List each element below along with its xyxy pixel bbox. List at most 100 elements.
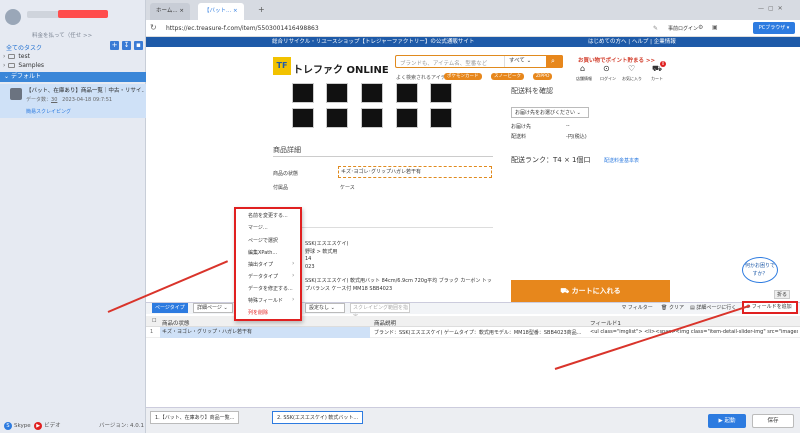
menu-rename[interactable]: 名前を変更する... <box>236 211 302 221</box>
model-fragment: 14 <box>305 256 312 262</box>
details-heading: 商品詳細 <box>273 146 301 154</box>
search-button[interactable]: ⌕ <box>546 55 563 68</box>
pc-browser-button[interactable]: PCブラウザ ▾ <box>753 22 795 34</box>
delivery-to-label: お届け先 <box>511 124 532 130</box>
cell-field1[interactable]: <ul class="imglist"> <li><span><img clas… <box>590 329 798 335</box>
import-icon[interactable]: ↧ <box>122 41 131 50</box>
chevron-right-icon: › <box>292 260 295 267</box>
scrape-range-button[interactable]: スクレイピング範囲を指定 <box>350 303 410 320</box>
menu-delete-column[interactable]: 列を削除 <box>236 308 302 318</box>
url-input[interactable]: https://ec.treasure-f.com/item/550300141… <box>166 25 319 32</box>
add-task-icon[interactable]: + <box>110 41 119 50</box>
nav-favorites[interactable]: お気に入り <box>622 76 642 82</box>
tree-item-test[interactable]: › test <box>3 53 30 60</box>
nav-login[interactable]: ログイン <box>600 76 616 82</box>
folder-icon <box>8 54 16 59</box>
page-type-button[interactable]: ページタイプ <box>152 303 188 313</box>
unspecified-select[interactable]: 設定なし ⌄ <box>305 303 345 313</box>
product-thumb[interactable] <box>326 83 348 103</box>
delivery-heading: 配送料を確認 <box>511 87 553 95</box>
login-icon[interactable]: ⊙ <box>603 64 610 73</box>
heart-icon[interactable]: ♡ <box>628 64 635 73</box>
col-header-description[interactable]: 商品説明 <box>374 319 396 327</box>
refresh-icon[interactable]: ↻ <box>150 23 157 32</box>
cell-condition[interactable]: キズ・ヨゴレ・グリップ・ハガレ若干有 <box>160 327 370 338</box>
settings-icon[interactable]: ⚙ <box>698 24 703 31</box>
help-bubble[interactable]: 何かお困りですか？ <box>742 257 778 283</box>
product-thumb[interactable] <box>326 108 348 128</box>
add-to-cart-button[interactable]: ⛟ カートに入れる <box>511 280 670 302</box>
product-thumb[interactable] <box>396 108 418 128</box>
save-button[interactable]: 保存 <box>752 414 794 428</box>
brand-fragment: SSK(エスエスケイ) <box>305 241 349 247</box>
pill-zippo[interactable]: ZIPPO <box>533 73 553 80</box>
all-tasks-label[interactable]: 全てのタスク <box>6 43 42 52</box>
promo-link[interactable]: お買い物でポイント貯まる >> <box>578 56 655 64</box>
nav-cart[interactable]: カート <box>651 76 663 82</box>
bottom-tab-list[interactable]: 1.【バット、在庫あり】商品一覧... <box>150 411 240 424</box>
menu-merge[interactable]: マージ... <box>236 223 302 233</box>
product-thumb[interactable] <box>430 108 452 128</box>
divider <box>273 156 493 157</box>
menu-edit-xpath[interactable]: 編集XPath... <box>236 248 302 258</box>
detail-page-select[interactable]: 詳細ページ ⌄ <box>193 303 233 313</box>
select-all-checkbox[interactable]: ☐ <box>152 318 156 324</box>
window-controls[interactable]: —▢✕ <box>758 5 787 12</box>
cell-description[interactable]: ブランド：SSK(エスエスケイ) ゲームタイプ：軟式用モデル：MM18型番：SB… <box>374 329 586 336</box>
skype-icon[interactable]: S <box>4 421 12 430</box>
start-button[interactable]: ▶ 起動 <box>708 414 746 428</box>
goto-detail-button[interactable]: ▤ 詳細ページに行く <box>690 304 736 311</box>
divider <box>273 227 493 228</box>
tab-bat[interactable]: 【バット... × <box>198 3 244 20</box>
product-thumb[interactable] <box>292 108 314 128</box>
view-icon[interactable]: ▣ <box>712 24 718 31</box>
filter-button[interactable]: ⛛ フィルター <box>622 304 653 311</box>
folder-add-icon[interactable]: ▪ <box>134 41 143 50</box>
product-thumb[interactable] <box>292 83 314 103</box>
bottom-tab-detail[interactable]: 2. SSK(エスエスケイ) 軟式バット... <box>272 411 364 424</box>
avatar[interactable] <box>5 9 21 25</box>
year-fragment: 023 <box>305 264 315 270</box>
product-thumb[interactable] <box>361 83 383 103</box>
accessory-label: 付属品 <box>273 185 289 191</box>
product-thumb[interactable] <box>361 108 383 128</box>
product-thumb[interactable] <box>430 83 452 103</box>
store-icon[interactable]: ⌂ <box>580 64 585 73</box>
product-thumb[interactable] <box>396 83 418 103</box>
fold-button[interactable]: 折る <box>774 290 791 299</box>
chevron-right-icon: › <box>292 296 295 303</box>
col-header-field1[interactable]: フィールド1 <box>590 319 621 327</box>
video-icon[interactable]: ▶ <box>34 421 43 430</box>
pill-snowpeak[interactable]: スノーピーク <box>491 73 524 80</box>
tree-item-samples[interactable]: › Samples <box>3 62 44 69</box>
add-field-button[interactable]: ⊕ フィールドを追加 <box>742 301 798 314</box>
search-scope-select[interactable]: すべて ⌄ <box>504 56 546 67</box>
chevron-right-icon: › <box>3 62 6 69</box>
pay-link[interactable]: 料金を払って（任せ >> <box>32 31 92 39</box>
tab-home[interactable]: ホーム... × <box>150 3 190 20</box>
condition-label: 商品の状態 <box>273 171 299 177</box>
menu-select-in-page[interactable]: ページで選択 <box>236 236 302 246</box>
bottom-bar <box>146 407 800 433</box>
rank-link[interactable]: 配送料金基本表 <box>604 157 639 164</box>
login-link[interactable]: 事前ログイン <box>668 25 698 32</box>
new-tab-icon[interactable]: + <box>258 5 265 14</box>
site-banner: 総合リサイクル・リユースショップ【トレジャーファクトリー】の公式通販サイト はじめ… <box>146 37 800 47</box>
search-icon: ⌕ <box>551 57 555 65</box>
task-tag: 簡易スクレイピング <box>26 109 72 115</box>
chevron-right-icon: › <box>292 272 295 279</box>
cart-count-badge: 0 <box>660 61 666 67</box>
clear-button[interactable]: 🗑 クリア <box>661 304 684 311</box>
logo-icon[interactable]: TF <box>273 57 291 75</box>
pill-pokemon[interactable]: ポケモンカード <box>444 73 482 80</box>
folder-icon <box>8 63 16 68</box>
condition-value[interactable]: キズ･ヨゴレ･グリップハガレ若干有 <box>338 166 492 178</box>
delivery-select[interactable]: お届け先をお選びください ⌄ <box>511 107 589 118</box>
col-header-condition[interactable]: 商品の状態 <box>162 319 190 327</box>
group-default[interactable]: ⌄ デフォルト <box>0 72 146 82</box>
chevron-right-icon: › <box>3 53 6 60</box>
nav-store[interactable]: 店舗情報 <box>576 76 592 82</box>
menu-fix-data[interactable]: データを修正する... <box>236 284 302 294</box>
edit-icon[interactable]: ✎ <box>653 25 658 32</box>
site-logo[interactable]: トレファク ONLINE <box>293 61 389 76</box>
